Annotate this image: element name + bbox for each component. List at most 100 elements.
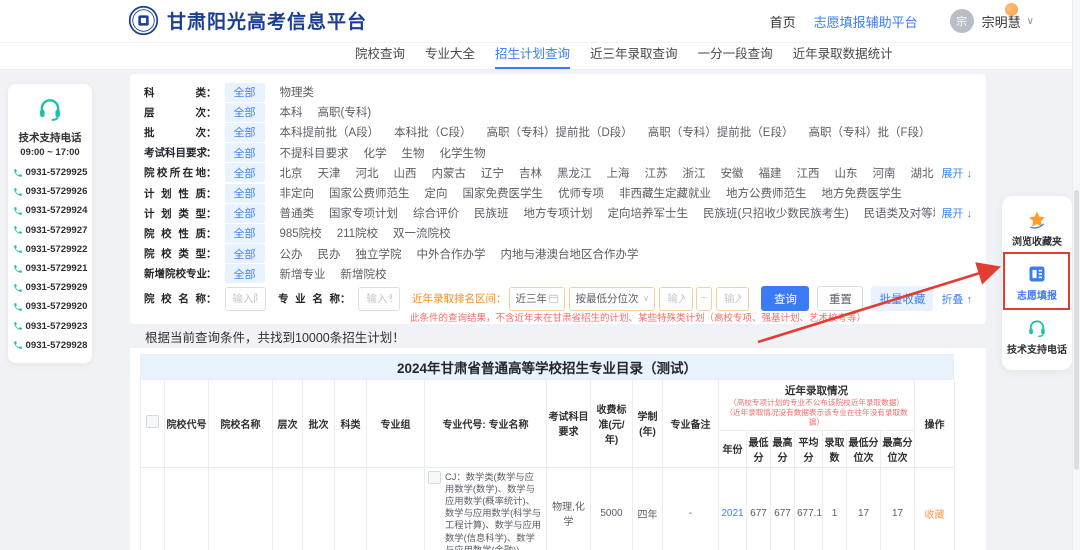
reset-button[interactable]: 重置 xyxy=(817,286,863,311)
filter-option[interactable]: 辽宁 xyxy=(481,165,504,181)
tab-2[interactable]: 专业大全 xyxy=(425,42,475,67)
filter-option[interactable]: 化学生物 xyxy=(440,145,486,161)
filter-option[interactable]: 浙江 xyxy=(683,165,706,181)
select-all-checkbox[interactable] xyxy=(146,415,159,428)
filter-option[interactable]: 本科 xyxy=(280,104,303,120)
filter-option[interactable]: 本科提前批（A段） xyxy=(280,124,380,140)
filter-option[interactable]: 211院校 xyxy=(337,225,378,241)
browse-favorites-button[interactable]: 浏览收藏夹 xyxy=(1002,202,1072,256)
filter-option[interactable]: 黑龙江 xyxy=(557,165,592,181)
filter-option[interactable]: 湖北 xyxy=(911,165,934,181)
filter-option[interactable]: 河南 xyxy=(873,165,896,181)
filter-option[interactable]: 山西 xyxy=(394,165,417,181)
filter-option[interactable]: 非西藏生定藏就业 xyxy=(619,185,711,201)
sub-header: 录取数 xyxy=(823,430,847,467)
row-checkbox[interactable] xyxy=(428,471,441,484)
collapse-link[interactable]: 折叠 ↑ xyxy=(941,291,972,307)
filter-option[interactable]: 天津 xyxy=(318,165,341,181)
filter-option[interactable]: 高职（专科）批（F段） xyxy=(808,124,930,140)
filter-all-chip[interactable]: 全部 xyxy=(225,244,265,263)
filter-option[interactable]: 民族班(只招收少数民族考生) xyxy=(703,205,849,221)
avatar[interactable]: 宗 xyxy=(950,9,974,33)
filter-option[interactable]: 河北 xyxy=(356,165,379,181)
batch-favorite-button[interactable]: 批量收藏 xyxy=(871,286,933,311)
filter-all-chip[interactable]: 全部 xyxy=(225,224,265,243)
phone-number: 0931-5729929 xyxy=(26,282,88,293)
filter-option[interactable]: 民族班 xyxy=(474,205,509,221)
filter-option[interactable]: 吉林 xyxy=(519,165,542,181)
filter-option[interactable]: 新增专业 xyxy=(280,266,326,282)
filter-all-chip[interactable]: 全部 xyxy=(225,83,265,102)
tab-5[interactable]: 一分一段查询 xyxy=(698,42,773,67)
filter-option[interactable]: 不提科目要求 xyxy=(280,145,349,161)
page-scrollbar[interactable] xyxy=(1072,0,1080,550)
tab-3[interactable]: 招生计划查询 xyxy=(495,42,570,69)
colon: ： xyxy=(206,165,217,180)
filter-option[interactable]: 高职（专科）提前批（D段） xyxy=(486,124,632,140)
username[interactable]: 宗明慧 xyxy=(982,12,1021,31)
filter-option[interactable]: 新增院校 xyxy=(341,266,387,282)
filter-option[interactable]: 定向培养军士生 xyxy=(608,205,689,221)
filter-option[interactable]: 化学 xyxy=(364,145,387,161)
year-range-select[interactable]: 近三年 xyxy=(509,287,565,311)
filter-option[interactable]: 综合评价 xyxy=(413,205,459,221)
filter-option[interactable]: 公办 xyxy=(280,246,303,262)
filter-all-chip[interactable]: 全部 xyxy=(225,184,265,203)
filter-option[interactable]: 地方免费医学生 xyxy=(822,185,903,201)
filter-option[interactable]: 地方专项计划 xyxy=(524,205,593,221)
filter-option[interactable]: 国家公费师范生 xyxy=(329,185,410,201)
filter-option[interactable]: 物理类 xyxy=(280,84,315,100)
query-button[interactable]: 查询 xyxy=(761,286,809,311)
year-link[interactable]: 2021 xyxy=(721,508,743,519)
filter-option[interactable]: 民办 xyxy=(318,246,341,262)
filter-option[interactable]: 非定向 xyxy=(280,185,315,201)
filter-option[interactable]: 中外合作办学 xyxy=(417,246,486,262)
tech-support-button[interactable]: 技术支持电话 xyxy=(1002,310,1072,364)
filter-option[interactable]: 地方公费师范生 xyxy=(726,185,807,201)
filter-all-chip[interactable]: 全部 xyxy=(225,103,265,122)
filter-option[interactable]: 优师专项 xyxy=(558,185,604,201)
filter-option[interactable]: 安徽 xyxy=(721,165,744,181)
filter-option[interactable]: 本科批（C段） xyxy=(394,124,471,140)
filter-option[interactable]: 高职（专科）提前批（E段） xyxy=(648,124,794,140)
filter-option[interactable]: 985院校 xyxy=(280,225,322,241)
scrollbar-thumb[interactable] xyxy=(1074,190,1079,470)
filter-option[interactable]: 普通类 xyxy=(280,205,315,221)
filter-option[interactable]: 双一流院校 xyxy=(393,225,451,241)
site-logo[interactable]: 甘肃阳光高考信息平台 xyxy=(128,5,367,36)
recent-group-title: 近年录取情况 xyxy=(720,383,913,398)
filter-option[interactable]: 江西 xyxy=(797,165,820,181)
filter-all-chip[interactable]: 全部 xyxy=(225,204,265,223)
favorite-link[interactable]: 收藏 xyxy=(925,510,945,521)
filter-option[interactable]: 高职(专科) xyxy=(318,104,372,120)
rank-type-select[interactable]: 按最低分位次 ∨ xyxy=(569,287,655,311)
expand-link[interactable]: 展开 ↓ xyxy=(935,165,972,181)
rank-min-input[interactable] xyxy=(659,287,692,311)
rank-max-input[interactable] xyxy=(716,287,749,311)
filter-option[interactable]: 独立学院 xyxy=(356,246,402,262)
filter-all-chip[interactable]: 全部 xyxy=(225,163,265,182)
filter-option[interactable]: 内蒙古 xyxy=(432,165,467,181)
tab-4[interactable]: 近三年录取查询 xyxy=(590,42,678,67)
filter-option[interactable]: 上海 xyxy=(607,165,630,181)
filter-option[interactable]: 江苏 xyxy=(645,165,668,181)
filter-option[interactable]: 生物 xyxy=(402,145,425,161)
filter-option[interactable]: 定向 xyxy=(425,185,448,201)
filter-option[interactable]: 内地与港澳台地区合作办学 xyxy=(501,246,639,262)
filter-all-chip[interactable]: 全部 xyxy=(225,123,265,142)
tab-6[interactable]: 近年录取数据统计 xyxy=(793,42,893,67)
filter-option[interactable]: 福建 xyxy=(759,165,782,181)
nav-assist-link[interactable]: 志愿填报辅助平台 xyxy=(814,12,918,31)
filter-option[interactable]: 国家免费医学生 xyxy=(463,185,544,201)
chevron-down-icon[interactable]: ∨ xyxy=(1027,16,1034,27)
expand-link[interactable]: 展开 ↓ xyxy=(935,205,972,221)
filter-all-chip[interactable]: 全部 xyxy=(225,143,265,162)
school-name-input[interactable] xyxy=(225,287,266,311)
filter-option[interactable]: 北京 xyxy=(280,165,303,181)
filter-option[interactable]: 国家专项计划 xyxy=(329,205,398,221)
tab-1[interactable]: 院校查询 xyxy=(355,42,405,67)
nav-home-link[interactable]: 首页 xyxy=(770,12,796,31)
major-name-input[interactable] xyxy=(358,287,399,311)
filter-option[interactable]: 山东 xyxy=(835,165,858,181)
filter-all-chip[interactable]: 全部 xyxy=(225,264,265,283)
